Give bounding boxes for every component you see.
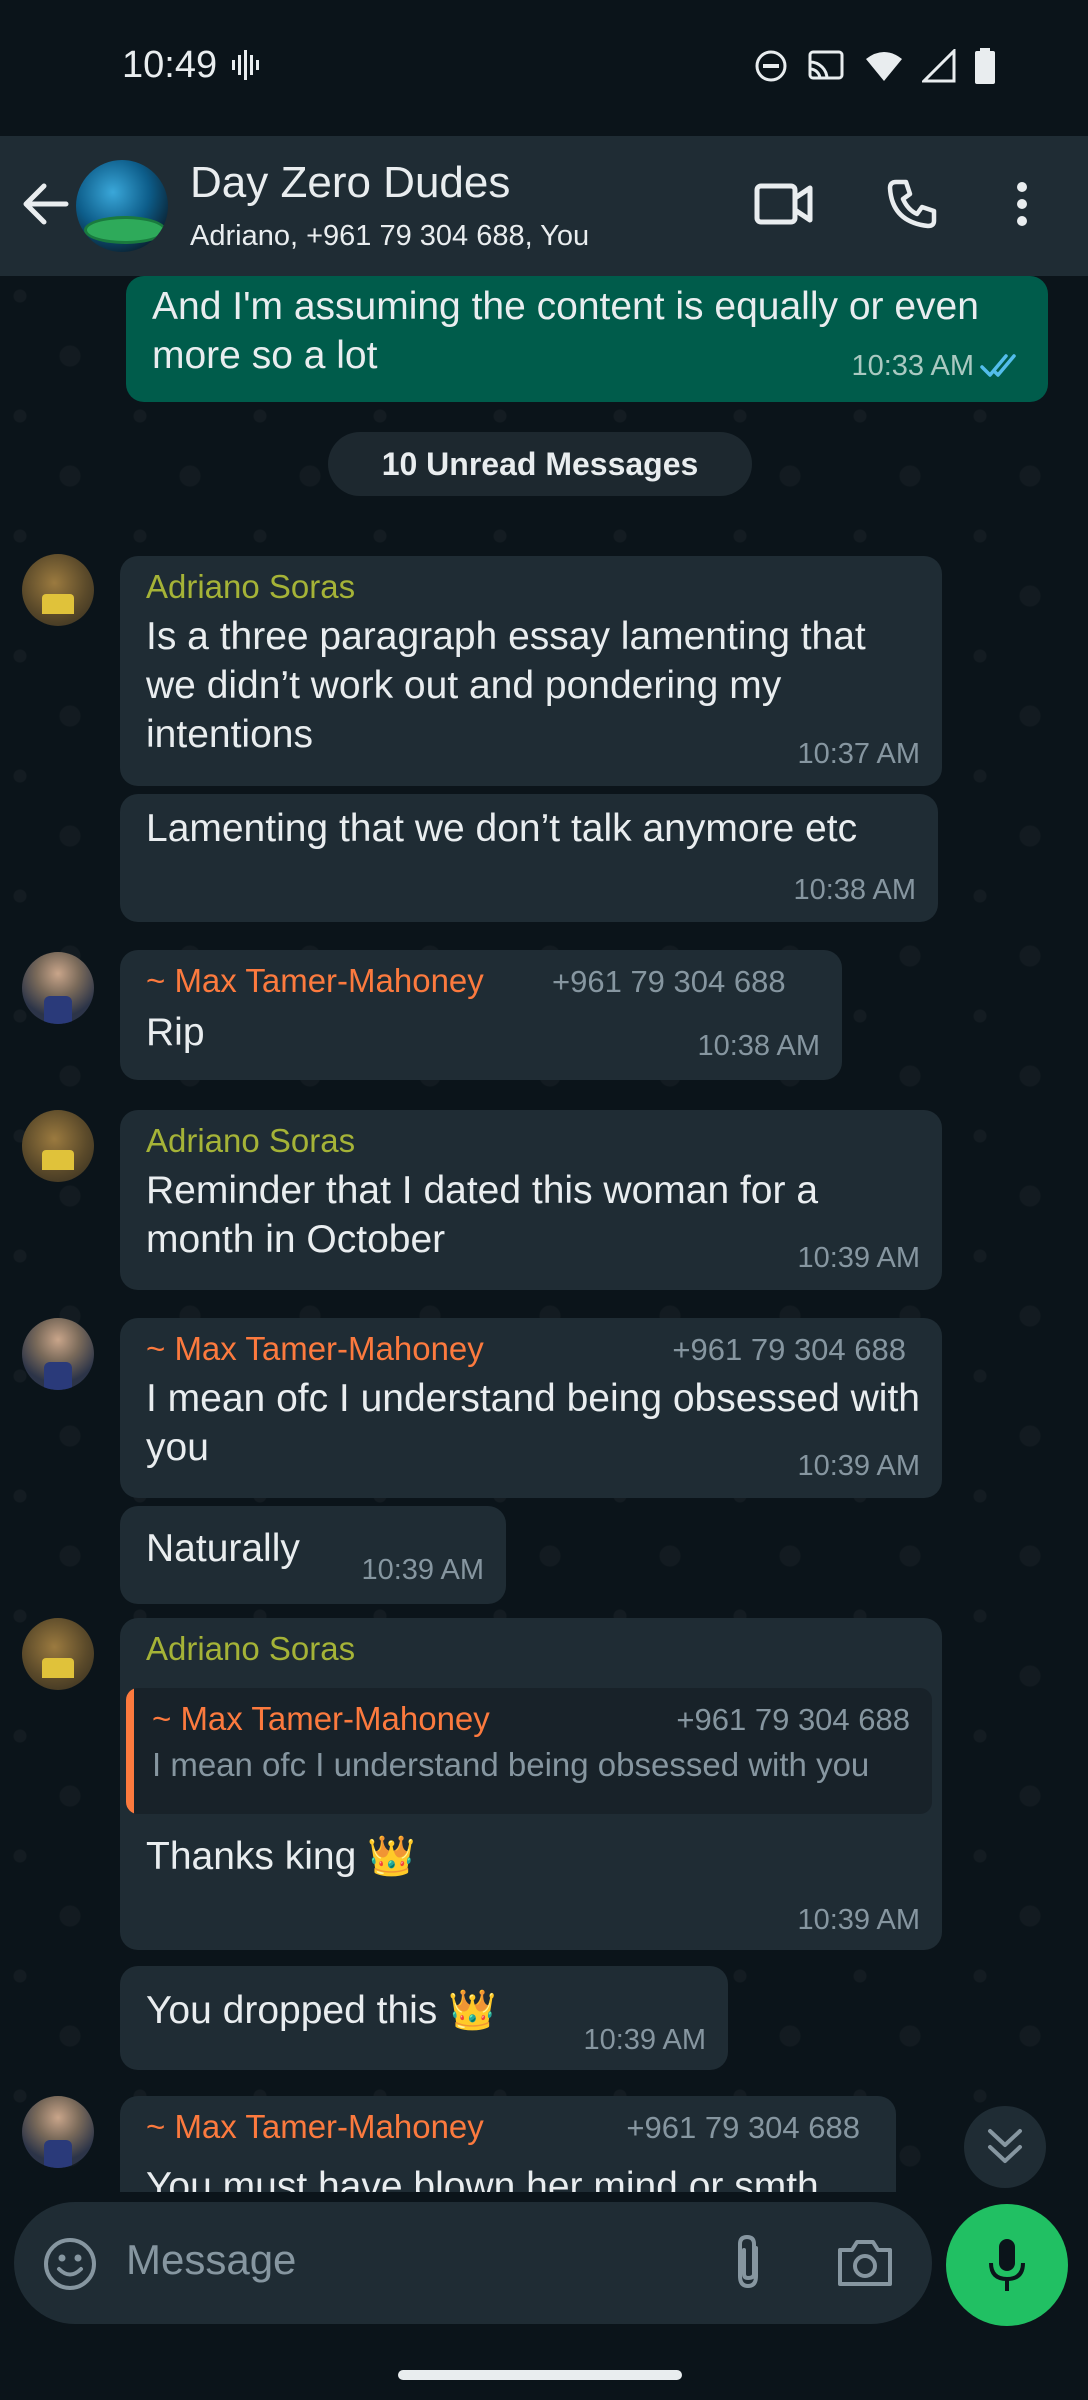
message-time: 10:38 AM bbox=[793, 874, 916, 906]
do-not-disturb-icon bbox=[755, 50, 787, 82]
message-time: 10:39 AM bbox=[797, 1904, 920, 1936]
message-time: 10:39 AM bbox=[583, 2024, 706, 2056]
video-camera-icon bbox=[754, 183, 813, 225]
incoming-message-bubble[interactable]: Lamenting that we don’t talk anymore etc… bbox=[120, 794, 938, 922]
attach-icon[interactable] bbox=[728, 2232, 768, 2294]
message-text: Reminder that I dated this woman for a m… bbox=[146, 1169, 819, 1261]
message-text: Naturally bbox=[146, 1527, 300, 1570]
home-gesture-handle[interactable] bbox=[398, 2370, 682, 2380]
message-text: Lamenting that we don’t talk anymore etc bbox=[146, 807, 858, 850]
incoming-message-bubble[interactable]: Adriano Soras Reminder that I dated this… bbox=[120, 1110, 942, 1290]
avatar[interactable] bbox=[22, 554, 94, 626]
message-time: 10:38 AM bbox=[697, 1030, 820, 1062]
voice-record-button[interactable] bbox=[946, 2204, 1068, 2326]
battery-icon bbox=[975, 48, 995, 84]
group-avatar[interactable] bbox=[76, 160, 168, 252]
status-bar: 10:49 bbox=[0, 0, 1088, 136]
double-chevron-down-icon bbox=[988, 2129, 1022, 2163]
scroll-to-bottom-button[interactable] bbox=[964, 2106, 1046, 2188]
incoming-message-bubble[interactable]: Adriano Soras Is a three paragraph essay… bbox=[120, 556, 942, 786]
chat-title[interactable]: Day Zero Dudes bbox=[190, 158, 510, 208]
message-time: 10:39 AM bbox=[797, 1450, 920, 1482]
wifi-icon bbox=[866, 52, 902, 81]
quoted-sender-name: ~ Max Tamer-Mahoney bbox=[152, 1700, 490, 1737]
avatar[interactable] bbox=[22, 1318, 94, 1390]
status-time: 10:49 bbox=[122, 44, 218, 86]
quoted-sender-phone: +961 79 304 688 bbox=[676, 1702, 910, 1737]
message-time: 10:37 AM bbox=[797, 738, 920, 770]
more-vert-icon bbox=[1017, 182, 1027, 226]
vibrate-icon bbox=[232, 50, 259, 80]
quote-accent-bar bbox=[126, 1688, 134, 1814]
chat-participants[interactable]: Adriano, +961 79 304 688, You bbox=[190, 220, 589, 253]
sender-name[interactable]: Adriano Soras bbox=[146, 568, 355, 606]
microphone-icon bbox=[989, 2239, 1025, 2291]
incoming-message-bubble[interactable]: You dropped this 👑 10:39 AM bbox=[120, 1966, 728, 2070]
outgoing-message-bubble[interactable]: And I'm assuming the content is equally … bbox=[126, 276, 1048, 402]
avatar[interactable] bbox=[22, 2096, 94, 2168]
message-text: Thanks king 👑 bbox=[146, 1835, 416, 1878]
avatar[interactable] bbox=[22, 1618, 94, 1690]
incoming-message-bubble[interactable]: Naturally 10:39 AM bbox=[120, 1506, 506, 1604]
incoming-message-bubble[interactable]: Adriano Soras ~ Max Tamer-Mahoney +961 7… bbox=[120, 1618, 942, 1950]
sender-name[interactable]: ~ Max Tamer-Mahoney bbox=[146, 2108, 484, 2146]
back-arrow-icon[interactable] bbox=[18, 176, 74, 232]
message-text: Is a three paragraph essay lamenting tha… bbox=[146, 615, 866, 756]
chat-header: Day Zero Dudes Adriano, +961 79 304 688,… bbox=[0, 136, 1088, 276]
double-check-read-icon bbox=[980, 354, 1016, 377]
message-text: You dropped this 👑 bbox=[146, 1989, 497, 2032]
sender-name[interactable]: ~ Max Tamer-Mahoney bbox=[146, 1330, 484, 1368]
unread-messages-divider: 10 Unread Messages bbox=[328, 432, 752, 496]
message-time: 10:33 AM bbox=[851, 350, 974, 382]
voice-call-button[interactable] bbox=[880, 172, 944, 236]
sender-phone[interactable]: +961 79 304 688 bbox=[626, 2110, 860, 2146]
more-options-button[interactable] bbox=[990, 172, 1054, 236]
sender-name[interactable]: ~ Max Tamer-Mahoney bbox=[146, 962, 484, 1000]
incoming-message-bubble[interactable]: ~ Max Tamer-Mahoney +961 79 304 688 Rip … bbox=[120, 950, 842, 1080]
message-time: 10:39 AM bbox=[797, 1242, 920, 1274]
sender-phone[interactable]: +961 79 304 688 bbox=[552, 964, 786, 1000]
incoming-message-bubble[interactable]: ~ Max Tamer-Mahoney +961 79 304 688 I me… bbox=[120, 1318, 942, 1498]
incoming-message-bubble[interactable]: ~ Max Tamer-Mahoney +961 79 304 688 You … bbox=[120, 2096, 896, 2192]
sender-name[interactable]: Adriano Soras bbox=[146, 1630, 355, 1668]
signal-icon bbox=[922, 49, 956, 83]
system-nav-bar bbox=[0, 2336, 1088, 2400]
phone-icon bbox=[887, 179, 937, 229]
avatar[interactable] bbox=[22, 1110, 94, 1182]
message-text: You must have blown her mind or smth bbox=[146, 2165, 819, 2192]
message-composer: Message bbox=[14, 2202, 932, 2324]
message-text: Rip bbox=[146, 1011, 205, 1054]
sender-name[interactable]: Adriano Soras bbox=[146, 1122, 355, 1160]
video-call-button[interactable] bbox=[752, 172, 816, 236]
message-input[interactable]: Message bbox=[126, 2236, 296, 2284]
avatar[interactable] bbox=[22, 952, 94, 1024]
camera-icon[interactable] bbox=[836, 2236, 894, 2288]
chat-area[interactable]: And I'm assuming the content is equally … bbox=[0, 276, 1088, 2192]
sender-phone[interactable]: +961 79 304 688 bbox=[672, 1332, 906, 1368]
cast-icon bbox=[808, 50, 844, 80]
quoted-message[interactable]: ~ Max Tamer-Mahoney +961 79 304 688 I me… bbox=[126, 1688, 932, 1814]
quoted-text: I mean ofc I understand being obsessed w… bbox=[152, 1746, 870, 1783]
message-time: 10:39 AM bbox=[361, 1554, 484, 1586]
emoji-icon[interactable] bbox=[42, 2236, 98, 2292]
